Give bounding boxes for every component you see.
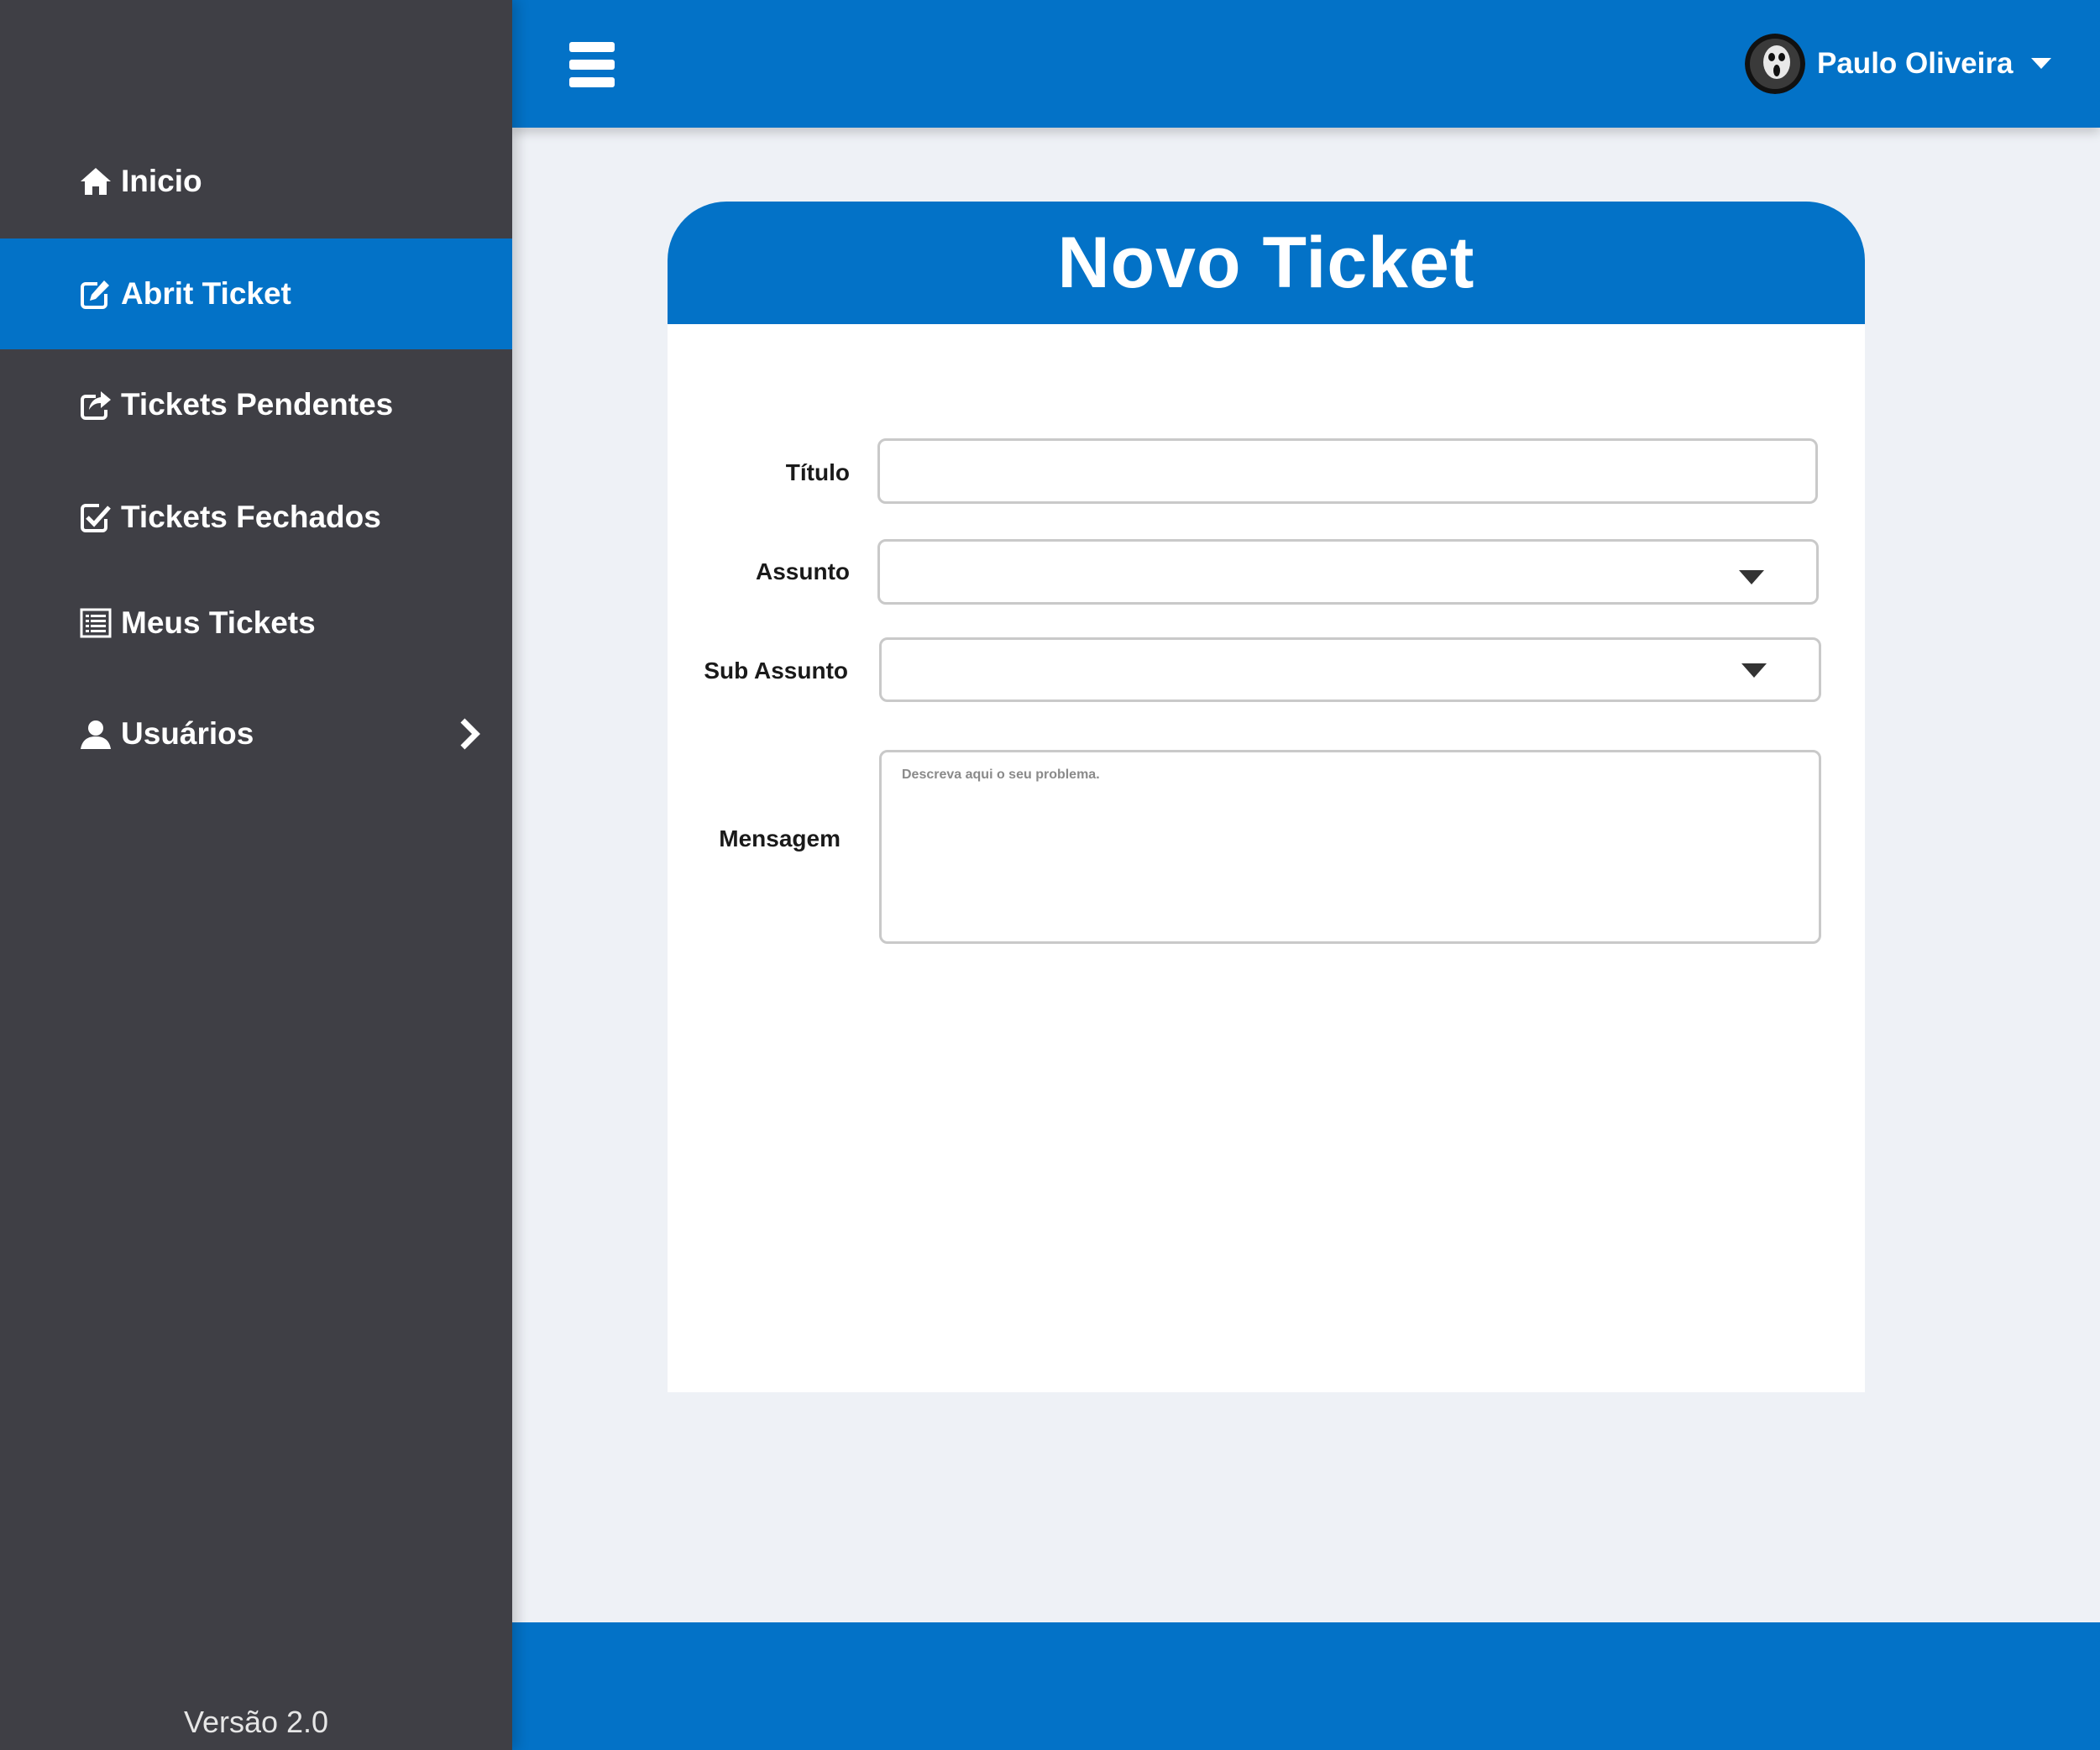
form-header: Novo Ticket: [668, 202, 1865, 324]
footer-bar: [512, 1622, 2100, 1750]
share-icon: [79, 388, 113, 422]
list-icon: [79, 606, 113, 640]
sidebar-item-meus-tickets[interactable]: Meus Tickets: [0, 568, 512, 679]
mensagem-label: Mensagem: [719, 825, 841, 851]
assunto-select[interactable]: [877, 539, 1819, 605]
sidebar-item-label: Abrit Ticket: [121, 276, 291, 311]
titulo-field[interactable]: [877, 438, 1818, 504]
avatar[interactable]: [1745, 34, 1805, 94]
form-title: Novo Ticket: [1057, 222, 1475, 303]
titulo-input[interactable]: [880, 441, 1815, 501]
assunto-label: Assunto: [756, 558, 850, 584]
chevron-right-icon[interactable]: [458, 715, 483, 752]
sub-assunto-label: Sub Assunto: [704, 658, 848, 684]
mensagem-field[interactable]: [879, 750, 1821, 944]
home-icon: [79, 165, 113, 198]
chevron-down-icon[interactable]: [1741, 663, 1767, 679]
user-name[interactable]: Paulo Oliveira: [1817, 47, 2013, 81]
new-ticket-form: Novo Ticket Título Assunto Sub Assunto M…: [668, 202, 1865, 1392]
sidebar-item-label: Usuários: [121, 716, 254, 751]
user-icon: [79, 717, 113, 751]
edit-icon: [79, 277, 113, 311]
sidebar-item-label: Inicio: [121, 164, 202, 198]
sidebar-item-tickets-fechados[interactable]: Tickets Fechados: [0, 462, 512, 573]
sidebar-item-inicio[interactable]: Inicio: [0, 126, 512, 237]
hamburger-icon[interactable]: [569, 42, 615, 87]
user-menu[interactable]: Paulo Oliveira: [1745, 32, 2052, 96]
version-label: Versão 2.0: [183, 1705, 329, 1739]
sidebar: Inicio Abrit Ticket Tickets Pendentes Ti…: [0, 0, 512, 1750]
sidebar-item-abrit-ticket[interactable]: Abrit Ticket: [0, 238, 512, 349]
sidebar-item-label: Meus Tickets: [121, 605, 316, 640]
top-bar: Paulo Oliveira: [512, 0, 2100, 128]
check-square-icon: [79, 500, 113, 534]
sidebar-item-tickets-pendentes[interactable]: Tickets Pendentes: [0, 349, 512, 460]
sub-assunto-select[interactable]: [879, 637, 1821, 702]
mensagem-textarea[interactable]: [882, 752, 1819, 941]
sidebar-item-label: Tickets Fechados: [121, 500, 381, 534]
titulo-label: Título: [785, 459, 850, 485]
chevron-down-icon[interactable]: [1739, 570, 1764, 585]
sidebar-item-label: Tickets Pendentes: [121, 387, 394, 422]
caret-down-icon[interactable]: [2031, 58, 2052, 70]
sidebar-item-usuarios[interactable]: Usuários: [0, 679, 512, 789]
